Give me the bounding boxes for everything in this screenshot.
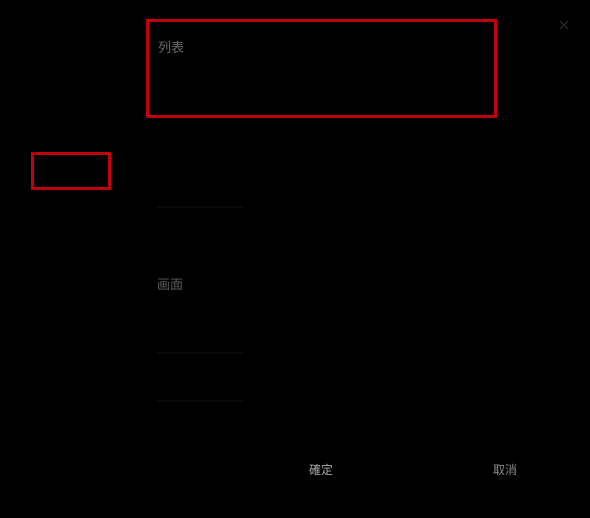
list-label: 列表 (158, 41, 185, 56)
faint-divider (155, 400, 245, 402)
sidebar-highlight-box (31, 152, 111, 190)
screen-label: 画面 (157, 278, 184, 293)
ok-button[interactable]: 確定 (309, 461, 333, 478)
list-highlight-box (146, 19, 497, 118)
close-button[interactable] (553, 14, 575, 36)
cancel-button[interactable]: 取消 (493, 461, 517, 478)
close-icon (559, 20, 569, 30)
dialog-window: { "dialog": { "list_label": "列表", "scree… (0, 0, 590, 518)
faint-divider (155, 206, 245, 208)
faint-divider (155, 352, 245, 354)
